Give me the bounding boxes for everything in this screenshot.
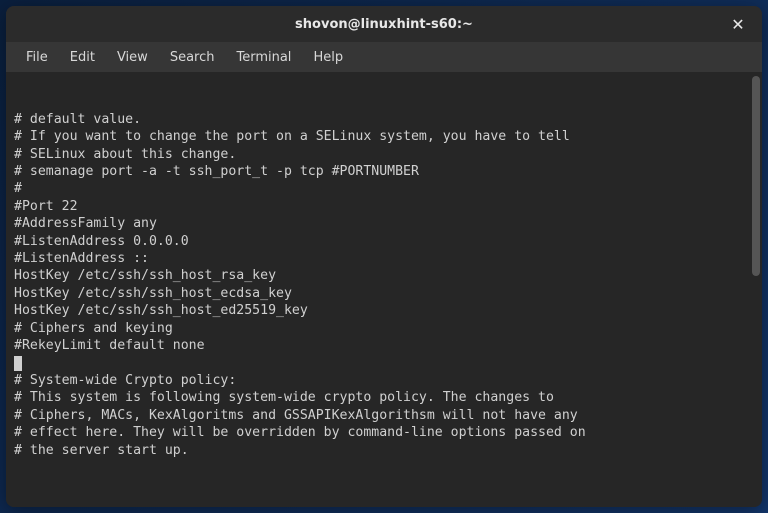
terminal-line (14, 355, 754, 372)
terminal-line: HostKey /etc/ssh/ssh_host_ed25519_key (14, 302, 754, 319)
terminal-line: # Ciphers, MACs, KexAlgoritms and GSSAPI… (14, 407, 754, 424)
terminal-line: # This system is following system-wide c… (14, 389, 754, 406)
terminal-line: #Port 22 (14, 198, 754, 215)
titlebar: shovon@linuxhint-s60:~ ✕ (6, 6, 762, 42)
close-button[interactable]: ✕ (726, 12, 750, 36)
terminal-line: # semanage port -a -t ssh_port_t -p tcp … (14, 163, 754, 180)
menu-terminal[interactable]: Terminal (226, 46, 301, 69)
terminal-line: #AddressFamily any (14, 215, 754, 232)
terminal-line: HostKey /etc/ssh/ssh_host_ecdsa_key (14, 285, 754, 302)
terminal-window: shovon@linuxhint-s60:~ ✕ File Edit View … (6, 6, 762, 507)
scrollbar[interactable] (752, 76, 760, 276)
menu-search[interactable]: Search (160, 46, 225, 69)
menu-help[interactable]: Help (303, 46, 353, 69)
menu-view[interactable]: View (107, 46, 158, 69)
close-icon: ✕ (731, 15, 744, 34)
terminal-content[interactable]: # default value.# If you want to change … (6, 72, 762, 507)
menu-edit[interactable]: Edit (60, 46, 105, 69)
menu-file[interactable]: File (16, 46, 58, 69)
terminal-line: # effect here. They will be overridden b… (14, 424, 754, 441)
terminal-line: # System-wide Crypto policy: (14, 372, 754, 389)
terminal-line: HostKey /etc/ssh/ssh_host_rsa_key (14, 267, 754, 284)
terminal-line: # (14, 180, 754, 197)
terminal-line: #ListenAddress 0.0.0.0 (14, 233, 754, 250)
terminal-line: # Ciphers and keying (14, 320, 754, 337)
terminal-line: #RekeyLimit default none (14, 337, 754, 354)
terminal-line: # the server start up. (14, 442, 754, 459)
terminal-line: # SELinux about this change. (14, 146, 754, 163)
menubar: File Edit View Search Terminal Help (6, 42, 762, 72)
cursor (14, 356, 22, 371)
window-title: shovon@linuxhint-s60:~ (295, 17, 473, 32)
terminal-line: #ListenAddress :: (14, 250, 754, 267)
terminal-line: # If you want to change the port on a SE… (14, 128, 754, 145)
terminal-line: # default value. (14, 111, 754, 128)
